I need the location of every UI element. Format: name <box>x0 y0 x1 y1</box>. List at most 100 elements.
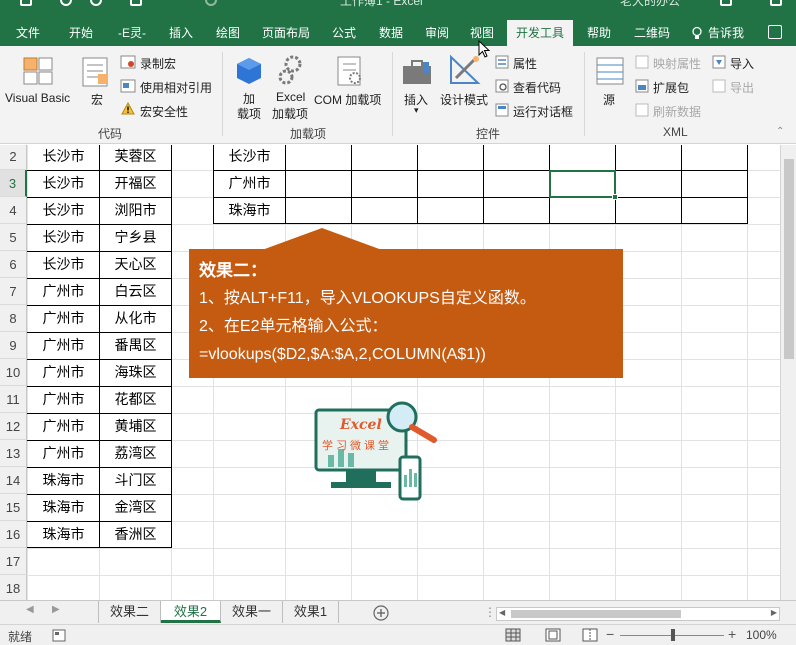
cell-a[interactable]: 长沙市 <box>28 251 99 278</box>
horizontal-scrollbar[interactable]: ◀ ▶ <box>496 607 780 621</box>
row-header[interactable]: 11 <box>0 386 27 413</box>
zoom-level[interactable]: 100% <box>746 628 777 642</box>
import-icon[interactable] <box>712 55 726 69</box>
cell-b[interactable]: 海珠区 <box>100 359 171 386</box>
cell-a[interactable]: 长沙市 <box>28 197 99 224</box>
excel-addins-label-2[interactable]: 加载项 <box>272 105 308 122</box>
row-header[interactable]: 16 <box>0 521 27 548</box>
row-header[interactable]: 12 <box>0 413 27 440</box>
view-code-icon[interactable] <box>495 79 509 93</box>
excel-addins-label-1[interactable]: Excel <box>276 90 305 104</box>
cell-a[interactable]: 长沙市 <box>28 224 99 251</box>
cell-b[interactable]: 番禺区 <box>100 332 171 359</box>
insert-dropdown-icon[interactable]: ▾ <box>414 105 419 116</box>
sheet-tab[interactable]: 效果1 <box>283 601 339 623</box>
cell-d[interactable]: 广州市 <box>214 170 285 197</box>
com-addins-label[interactable]: COM 加载项 <box>314 91 381 108</box>
ribbon-display-icon[interactable] <box>720 0 732 6</box>
add-sheet-icon[interactable] <box>373 605 389 621</box>
cell-b[interactable]: 天心区 <box>100 251 171 278</box>
xml-source-label[interactable]: 源 <box>603 91 615 108</box>
cell-a[interactable]: 广州市 <box>28 440 99 467</box>
addins-label-2[interactable]: 载项 <box>237 105 261 122</box>
cell-d[interactable]: 珠海市 <box>214 197 285 224</box>
tab-developer[interactable]: 开发工具 <box>507 20 573 46</box>
cell-b[interactable]: 花都区 <box>100 386 171 413</box>
zoom-slider-thumb[interactable] <box>671 629 675 641</box>
zoom-in-icon[interactable]: + <box>728 626 736 642</box>
row-header[interactable]: 2 <box>0 145 27 170</box>
sheet-tab[interactable]: 效果一 <box>221 601 283 623</box>
sheet-tab[interactable]: 效果二 <box>99 601 161 623</box>
cell-b[interactable]: 黄埔区 <box>100 413 171 440</box>
row-header[interactable]: 10 <box>0 359 27 386</box>
gear-icon[interactable] <box>276 54 306 86</box>
redo-icon[interactable] <box>90 0 102 6</box>
record-macro-label[interactable]: 录制宏 <box>140 55 176 72</box>
tab-formulas[interactable]: 公式 <box>323 20 365 46</box>
page-break-view-icon[interactable] <box>582 628 598 642</box>
split-handle-icon[interactable]: ⋮ <box>484 605 496 619</box>
row-header[interactable]: 18 <box>0 575 27 600</box>
tab-help[interactable]: 帮助 <box>578 20 620 46</box>
macro-label[interactable]: 宏 <box>91 91 103 108</box>
cell-b[interactable]: 金湾区 <box>100 494 171 521</box>
save-icon[interactable] <box>20 0 32 6</box>
cell-a[interactable]: 珠海市 <box>28 494 99 521</box>
relative-ref-label[interactable]: 使用相对引用 <box>140 79 212 96</box>
tell-me-search[interactable]: 告诉我 <box>708 20 744 46</box>
design-mode-icon[interactable] <box>448 54 482 86</box>
share-icon[interactable] <box>768 25 782 39</box>
row-header[interactable]: 15 <box>0 494 27 521</box>
cell-b[interactable]: 白云区 <box>100 278 171 305</box>
tab-eling[interactable]: -E灵- <box>110 20 154 46</box>
cell-b[interactable]: 斗门区 <box>100 467 171 494</box>
xml-source-icon[interactable] <box>595 56 625 86</box>
macro-security-label[interactable]: 宏安全性 <box>140 103 188 120</box>
fill-handle[interactable] <box>612 194 618 200</box>
addins-icon[interactable] <box>234 56 264 86</box>
row-header[interactable]: 6 <box>0 251 27 278</box>
properties-icon[interactable] <box>495 55 509 69</box>
properties-label[interactable]: 属性 <box>513 55 537 72</box>
touch-mode-icon[interactable] <box>130 0 142 6</box>
row-header[interactable]: 5 <box>0 224 27 251</box>
hscroll-left-icon[interactable]: ◀ <box>499 608 505 617</box>
tab-review[interactable]: 审阅 <box>416 20 458 46</box>
row-header[interactable]: 17 <box>0 548 27 575</box>
visual-basic-icon[interactable] <box>22 56 54 86</box>
cell-a[interactable]: 珠海市 <box>28 521 99 548</box>
cell-a[interactable]: 广州市 <box>28 278 99 305</box>
relative-ref-icon[interactable] <box>120 79 136 93</box>
row-header[interactable]: 4 <box>0 197 27 224</box>
view-code-label[interactable]: 查看代码 <box>513 79 561 96</box>
selected-cell[interactable] <box>549 170 616 198</box>
sheet-tab-active[interactable]: 效果2 <box>161 601 221 623</box>
design-mode-label[interactable]: 设计模式 <box>440 91 488 108</box>
cell-a[interactable]: 广州市 <box>28 386 99 413</box>
tab-draw[interactable]: 绘图 <box>207 20 249 46</box>
cell-a[interactable]: 广州市 <box>28 359 99 386</box>
page-layout-view-icon[interactable] <box>545 628 561 642</box>
customize-toolbar-icon[interactable] <box>205 0 217 6</box>
hscroll-right-icon[interactable]: ▶ <box>771 608 777 617</box>
expansion-packs-label[interactable]: 扩展包 <box>653 79 689 96</box>
vertical-scroll-thumb[interactable] <box>784 159 794 359</box>
expansion-packs-icon[interactable] <box>635 79 649 93</box>
tab-page-layout[interactable]: 页面布局 <box>255 20 317 46</box>
cell-b[interactable]: 香洲区 <box>100 521 171 548</box>
row-header[interactable]: 13 <box>0 440 27 467</box>
warning-icon[interactable] <box>121 102 135 115</box>
record-macro-icon[interactable] <box>120 55 136 69</box>
import-label[interactable]: 导入 <box>730 55 754 72</box>
row-header[interactable]: 9 <box>0 332 27 359</box>
cell-a[interactable]: 广州市 <box>28 305 99 332</box>
scroll-right-icon[interactable]: ▶ <box>52 604 60 615</box>
ribbon-options-icon[interactable]: ⌃ <box>776 126 784 137</box>
row-header[interactable]: 14 <box>0 467 27 494</box>
run-dialog-label[interactable]: 运行对话框 <box>513 103 573 120</box>
toolbox-icon[interactable] <box>401 58 433 86</box>
cell-a[interactable]: 长沙市 <box>28 170 99 197</box>
vertical-scrollbar[interactable] <box>780 145 796 600</box>
tab-qrcode[interactable]: 二维码 <box>626 20 678 46</box>
